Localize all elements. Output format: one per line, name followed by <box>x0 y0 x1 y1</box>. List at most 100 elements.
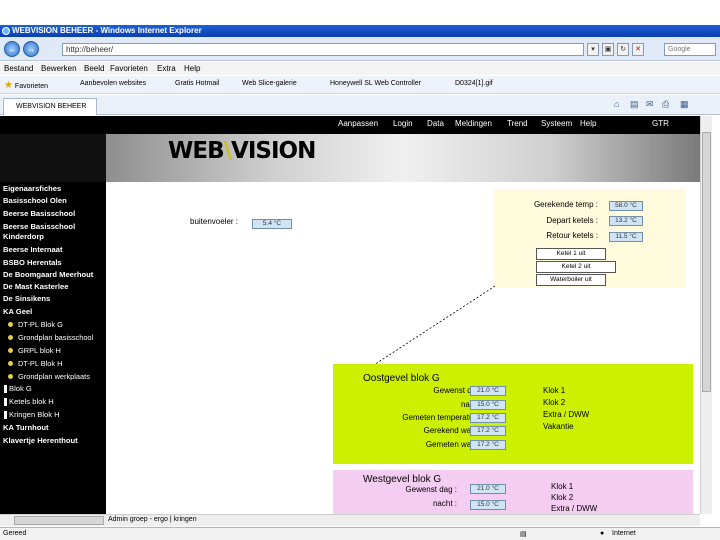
sidebar-subitem[interactable]: DT-PL Blok G <box>8 320 63 329</box>
bullet-icon <box>8 335 13 340</box>
webvision-logo: WEB\VISION <box>168 138 316 164</box>
search-input[interactable]: Google <box>664 43 716 56</box>
back-arrow-icon[interactable]: ← <box>4 41 20 57</box>
setpoint-value[interactable]: 15.0 °C <box>470 400 506 410</box>
hscroll-label: Admin groep - ergo | kringen <box>108 516 197 523</box>
sidebar: Eigenaarsfiches Basisschool Olen Beerse … <box>0 134 106 514</box>
boiler-row-value: 58.0 °C <box>609 201 643 211</box>
nav-meldingen[interactable]: Meldingen <box>455 119 492 128</box>
bullet-icon <box>8 374 13 379</box>
fav-item-1[interactable]: Aanbevolen websites <box>80 80 146 87</box>
menu-item-beeld[interactable]: Beeld <box>84 64 104 73</box>
extra-dww-link[interactable]: Extra / DWW <box>551 504 597 513</box>
forward-arrow-icon[interactable]: → <box>23 41 39 57</box>
sidebar-item[interactable]: Klavertje Herenthout <box>3 436 78 445</box>
setpoint-value[interactable]: 21.0 °C <box>470 386 506 396</box>
menu-item-help[interactable]: Help <box>184 64 200 73</box>
sidebar-item[interactable]: Beerse Internaat <box>3 245 63 254</box>
menu-item-bestand[interactable]: Bestand <box>4 64 33 73</box>
feeds-icon[interactable]: ▤ <box>630 99 639 110</box>
scrollbar-thumb[interactable] <box>14 516 104 525</box>
tab-bar: WEBVISION BEHEER ⌂ ▤ ✉ ⎙ ▦ <box>0 95 720 115</box>
setpoint-label: Gewenst dag : <box>405 485 457 494</box>
extra-dww-link[interactable]: Extra / DWW <box>543 410 589 419</box>
sidebar-item[interactable]: De Mast Kasterlee <box>3 282 68 291</box>
sidebar-item[interactable]: KA Turnhout <box>3 423 49 432</box>
zone-icon: ▤ <box>520 531 527 538</box>
sidebar-item[interactable]: Ketels blok H <box>9 397 54 406</box>
horizontal-scrollbar[interactable]: Admin groep - ergo | kringen <box>0 514 700 526</box>
sidebar-item[interactable]: De Boomgaard Meerhout <box>3 270 93 279</box>
outdoor-sensor-value: 5.4 °C <box>252 219 292 229</box>
sidebar-item[interactable]: Beerse Basisschool <box>3 222 75 231</box>
fav-item-2[interactable]: Gratis Hotmail <box>175 80 219 87</box>
print-icon[interactable]: ⎙ <box>662 99 669 110</box>
globe-icon: ● <box>600 530 605 537</box>
vertical-scrollbar[interactable] <box>700 116 712 514</box>
favorites-button[interactable]: ★ Favorieten <box>4 80 48 91</box>
page-menu-icon[interactable]: ▦ <box>680 99 689 110</box>
nav-aanpassen[interactable]: Aanpassen <box>338 119 378 128</box>
menu-bar: Bestand Bewerken Beeld Favorieten Extra … <box>0 62 720 75</box>
setpoint-value[interactable]: 21.0 °C <box>470 484 506 494</box>
setpoint-value[interactable]: 15.0 °C <box>470 500 506 510</box>
outdoor-sensor-label: buitenvoeler : <box>190 217 239 226</box>
nav-systeem[interactable]: Systeem <box>541 119 572 128</box>
nav-data[interactable]: Data <box>427 119 444 128</box>
zone-text: Internet <box>612 530 636 537</box>
scrollbar-thumb[interactable] <box>702 132 711 392</box>
sidebar-item[interactable]: KA Geel <box>3 307 32 316</box>
sidebar-item[interactable]: Eigenaarsfiches <box>3 184 61 193</box>
tab-webvision[interactable]: WEBVISION BEHEER <box>3 98 97 115</box>
compat-icon[interactable]: ▣ <box>602 43 614 56</box>
panel-title: Oostgevel blok G <box>363 373 440 384</box>
menu-item-favorieten[interactable]: Favorieten <box>110 64 148 73</box>
setpoint-label: nacht : <box>432 499 457 508</box>
sidebar-subitem[interactable]: Grondplan basisschool <box>8 333 93 342</box>
sidebar-item[interactable]: De Sinsikens <box>3 294 50 303</box>
stop-icon[interactable]: ✕ <box>632 43 644 56</box>
sidebar-subitem[interactable]: GRPL blok H <box>8 346 61 355</box>
marker-icon <box>4 385 7 393</box>
top-navigation: Aanpassen Login Data Meldingen Trend Sys… <box>0 116 700 134</box>
nav-help[interactable]: Help <box>580 119 596 128</box>
refresh-icon[interactable]: ↻ <box>617 43 629 56</box>
sidebar-item[interactable]: Kinderdorp <box>3 232 44 241</box>
waterboiler-button[interactable]: Waterboiler uit <box>536 274 606 286</box>
mail-icon[interactable]: ✉ <box>646 99 654 110</box>
fav-item-5[interactable]: D0324[1].gif <box>455 80 493 87</box>
ketel-2-button[interactable]: Ketel 2 uit <box>536 261 616 273</box>
bullet-icon <box>8 348 13 353</box>
menu-item-bewerken[interactable]: Bewerken <box>41 64 77 73</box>
klok-1-link[interactable]: Klok 1 <box>543 386 565 395</box>
url-input[interactable]: http://beheer/ <box>62 43 584 56</box>
sidebar-item[interactable]: Basisschool Olen <box>3 196 67 205</box>
nav-login[interactable]: Login <box>393 119 413 128</box>
klok-2-link[interactable]: Klok 2 <box>551 493 573 502</box>
favorites-bar: ★ Favorieten Aanbevolen websites Gratis … <box>0 76 720 94</box>
fav-item-4[interactable]: Honeywell SL Web Controller <box>330 80 421 87</box>
nav-trend[interactable]: Trend <box>507 119 528 128</box>
sidebar-item[interactable]: Kringen Blok H <box>9 410 60 419</box>
sidebar-subitem[interactable]: DT-PL Blok H <box>8 359 63 368</box>
boiler-row-value: 11.5 °C <box>609 232 643 242</box>
fav-item-3[interactable]: Web Slice-galerie <box>242 80 297 87</box>
vakantie-link[interactable]: Vakantie <box>543 422 574 431</box>
klok-1-link[interactable]: Klok 1 <box>551 482 573 491</box>
sidebar-header <box>0 134 106 182</box>
bullet-icon <box>8 361 13 366</box>
boiler-row-label: Retour ketels : <box>546 231 598 240</box>
klok-2-link[interactable]: Klok 2 <box>543 398 565 407</box>
sidebar-item[interactable]: Beerse Basisschool <box>3 209 75 218</box>
ie-icon <box>2 27 10 35</box>
sidebar-item[interactable]: BSBO Herentals <box>3 258 62 267</box>
home-icon[interactable]: ⌂ <box>614 99 619 109</box>
boiler-row-value: 13.2 °C <box>609 216 643 226</box>
menu-item-extra[interactable]: Extra <box>157 64 176 73</box>
dropdown-icon[interactable]: ▾ <box>587 43 599 56</box>
nav-gtr[interactable]: GTR <box>652 119 669 128</box>
sidebar-subitem[interactable]: Grondplan werkplaats <box>8 372 90 381</box>
bullet-icon <box>8 322 13 327</box>
sidebar-item[interactable]: Blok G <box>9 384 32 393</box>
ketel-1-button[interactable]: Ketel 1 uit <box>536 248 606 260</box>
